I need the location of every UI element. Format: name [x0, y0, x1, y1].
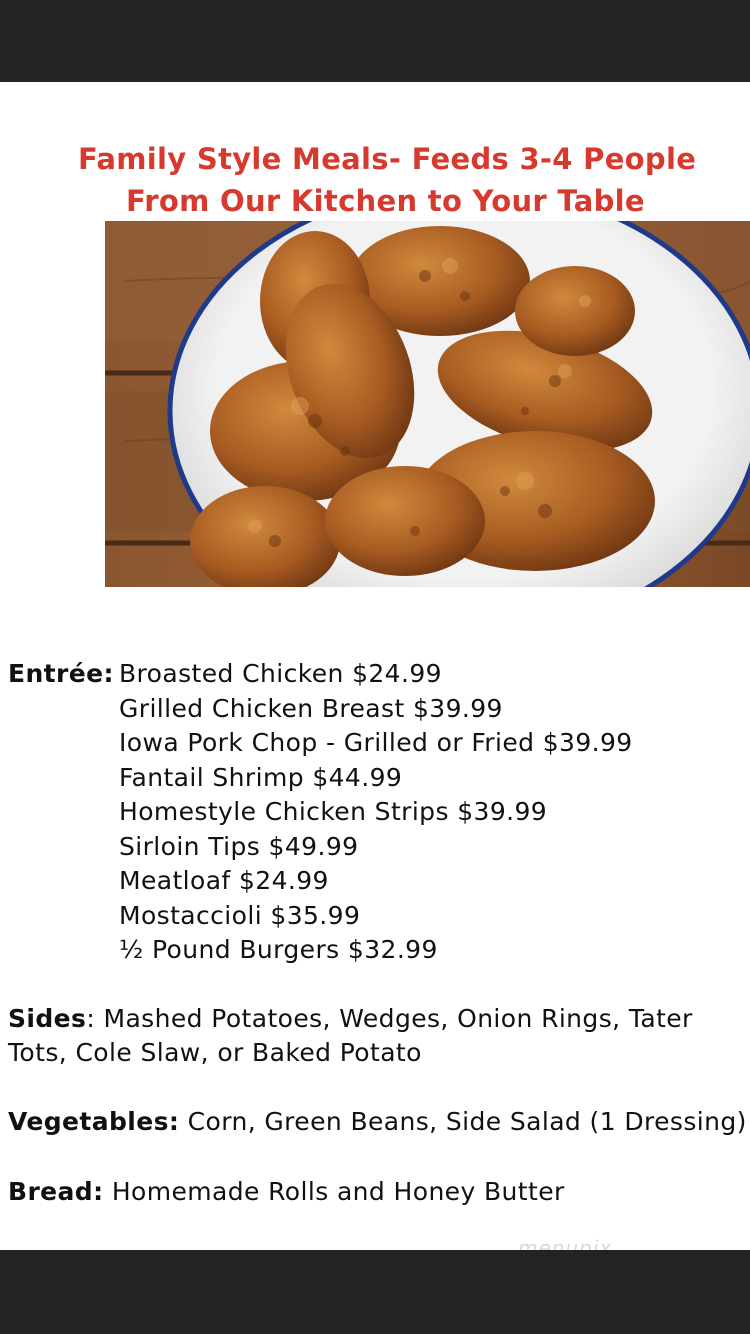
entree-item-text: Sirloin Tips $49.99	[119, 831, 359, 861]
entree-item-text: Mostaccioli $35.99	[119, 900, 361, 930]
entree-item: Iowa Pork Chop - Grilled or Fried $39.99	[8, 726, 633, 761]
menu-title: Family Style Meals- Feeds 3-4 People Fro…	[78, 138, 750, 222]
entree-item-text: Homestyle Chicken Strips $39.99	[119, 797, 548, 826]
entree-item-text: Broasted Chicken $24.99	[119, 659, 442, 688]
vegetables-section: Vegetables: Corn, Green Beans, Side Sala…	[8, 1105, 747, 1139]
vegetables-text: Corn, Green Beans, Side Salad (1 Dressin…	[179, 1107, 747, 1136]
entree-item: Fantail Shrimp $44.99	[8, 761, 633, 796]
entree-item-text: Fantail Shrimp $44.99	[119, 762, 403, 792]
entree-item-text: Meatloaf $24.99	[119, 866, 329, 895]
entree-section: Entrée: Broasted Chicken $24.99 Grilled …	[8, 657, 633, 968]
entree-item: Homestyle Chicken Strips $39.99	[8, 795, 633, 830]
sides-line-1: Sides: Mashed Potatoes, Wedges, Onion Ri…	[8, 1002, 693, 1036]
title-line-2: From Our Kitchen to Your Table	[126, 184, 645, 218]
bread-text: Homemade Rolls and Honey Butter	[103, 1177, 565, 1206]
sides-line-2: Tots, Cole Slaw, or Baked Potato	[8, 1038, 422, 1067]
entree-item-text: ½ Pound Burgers $32.99	[119, 935, 438, 964]
fried-chicken-photo	[105, 221, 750, 587]
entree-item-text: Grilled Chicken Breast $39.99	[119, 693, 503, 723]
entree-item-text: Iowa Pork Chop - Grilled or Fried $39.99	[119, 728, 633, 757]
menu-page: Family Style Meals- Feeds 3-4 People Fro…	[0, 82, 750, 1250]
entree-item: Entrée: Broasted Chicken $24.99	[8, 657, 633, 692]
sides-section: Sides: Mashed Potatoes, Wedges, Onion Ri…	[8, 1002, 693, 1070]
entree-item: ½ Pound Burgers $32.99	[8, 933, 633, 968]
entree-item: Grilled Chicken Breast $39.99	[8, 692, 633, 727]
title-line-1: Family Style Meals- Feeds 3-4 People	[78, 142, 697, 176]
bottom-bar	[0, 1250, 750, 1334]
sides-label: Sides	[8, 1004, 87, 1033]
entree-item: Meatloaf $24.99	[8, 864, 633, 899]
entree-label: Entrée:	[8, 659, 114, 688]
top-bar	[0, 0, 750, 82]
menupix-watermark: menupix	[518, 1236, 613, 1250]
entree-item: Mostaccioli $35.99	[8, 899, 633, 934]
entree-item: Sirloin Tips $49.99	[8, 830, 633, 865]
bread-label: Bread:	[8, 1177, 104, 1206]
bread-section: Bread: Homemade Rolls and Honey Butter	[8, 1175, 565, 1209]
sides-text: : Mashed Potatoes, Wedges, Onion Rings, …	[86, 1004, 693, 1033]
vegetables-label: Vegetables:	[8, 1107, 180, 1136]
